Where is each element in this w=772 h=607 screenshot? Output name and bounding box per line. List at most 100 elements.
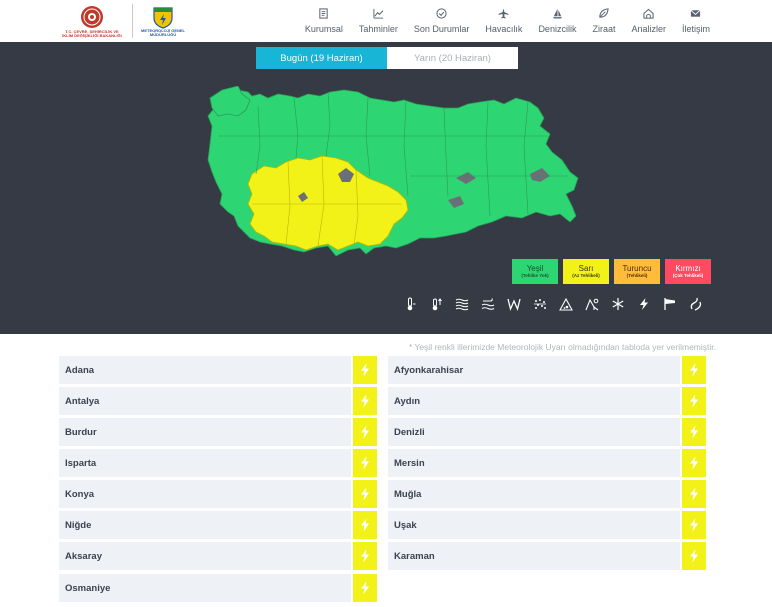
province-row-nigde[interactable]: Niğde <box>59 511 377 539</box>
lightning-icon <box>361 425 369 439</box>
legend-red: Kırmızı (Çok Tehlikeli) <box>665 259 711 284</box>
province-row-mersin[interactable]: Mersin <box>388 449 706 477</box>
wind-wave-icon <box>481 298 495 310</box>
hazard-gale[interactable] <box>657 295 683 313</box>
plane-icon <box>498 8 509 19</box>
warning-badge <box>680 356 706 384</box>
province-name: Denizli <box>394 426 425 438</box>
lightning-icon <box>640 298 648 310</box>
nav-ziraat[interactable]: Ziraat <box>584 0 623 42</box>
province-row-antalya[interactable]: Antalya <box>59 387 377 415</box>
hazard-heat[interactable] <box>423 295 449 313</box>
warning-badge <box>351 387 377 415</box>
document-icon <box>319 8 329 19</box>
nav-son-durumlar[interactable]: Son Durumlar <box>406 0 478 42</box>
chart-icon <box>373 8 384 19</box>
province-row-denizli[interactable]: Denizli <box>388 418 706 446</box>
nav-label: Ziraat <box>592 24 616 34</box>
province-row-osmaniye[interactable]: Osmaniye <box>59 574 377 602</box>
province-row-karaman[interactable]: Karaman <box>388 542 706 570</box>
province-name: Mersin <box>394 457 425 469</box>
dust-icon <box>534 299 546 309</box>
hazard-storm[interactable] <box>683 295 709 313</box>
province-name: Osmaniye <box>65 582 111 594</box>
province-name: Konya <box>65 488 95 500</box>
legend-label: Turuncu <box>622 264 652 273</box>
province-row-mugla[interactable]: Muğla <box>388 480 706 508</box>
legend-orange: Turuncu (Tehlikeli) <box>614 259 660 284</box>
province-row-usak[interactable]: Uşak <box>388 511 706 539</box>
hazard-lightning[interactable] <box>631 295 657 313</box>
warning-badge <box>680 449 706 477</box>
mgm-caption: METEOROLOJİ GENEL MÜDÜRLÜĞÜ <box>141 27 186 37</box>
legend-sub: (Az Tehlikeli) <box>572 273 600 278</box>
legend-label: Kırmızı <box>675 264 701 273</box>
hazard-snow[interactable] <box>605 295 631 313</box>
hazard-filter-bar <box>397 295 709 313</box>
nav-tahminler[interactable]: Tahminler <box>351 0 406 42</box>
province-row-aydin[interactable]: Aydın <box>388 387 706 415</box>
province-row-isparta[interactable]: Isparta <box>59 449 377 477</box>
warning-badge <box>680 511 706 539</box>
hazard-wind-wave[interactable] <box>475 295 501 313</box>
legend-sub: (Tehlike Yok) <box>521 273 549 278</box>
ministry-logo[interactable]: T.C. ÇEVRE, ŞEHİRCİLİK VE İKLİM DEĞİŞİKL… <box>60 4 124 39</box>
warning-badge <box>351 356 377 384</box>
legend-label: Yeşil <box>526 264 544 273</box>
hazard-dust[interactable] <box>527 295 553 313</box>
warning-badge <box>351 574 377 602</box>
province-row-adana[interactable]: Adana <box>59 356 377 384</box>
envelope-icon <box>691 9 701 17</box>
nav-label: Analizler <box>631 24 666 34</box>
legend-yellow: Sarı (Az Tehlikeli) <box>563 259 609 284</box>
sail-icon <box>552 8 563 19</box>
nav-label: Denizcilik <box>538 24 577 34</box>
gale-flag-icon <box>664 298 675 310</box>
lightning-icon <box>361 581 369 595</box>
warning-map-panel: Bugün (19 Haziran) Yarın (20 Haziran) Ye… <box>0 42 772 334</box>
province-row-burdur[interactable]: Burdur <box>59 418 377 446</box>
province-name: Aksaray <box>65 550 102 562</box>
nav-label: Son Durumlar <box>413 24 470 34</box>
province-row-afyonkarahisar[interactable]: Afyonkarahisar <box>388 356 706 384</box>
legend-sub: (Tehlikeli) <box>626 273 648 278</box>
ministry-caption: T.C. ÇEVRE, ŞEHİRCİLİK VE İKLİM DEĞİŞİKL… <box>62 28 122 38</box>
leaf-icon <box>599 8 610 18</box>
lightning-icon <box>361 363 369 377</box>
mgm-logo[interactable]: METEOROLOJİ GENEL MÜDÜRLÜĞÜ <box>141 5 185 38</box>
turkey-warning-map[interactable] <box>198 86 582 256</box>
nav-analizler[interactable]: Analizler <box>623 0 674 42</box>
snow-melt-icon <box>585 298 599 311</box>
hazard-avalanche[interactable] <box>553 295 579 313</box>
nav-kurumsal[interactable]: Kurumsal <box>297 0 351 42</box>
hazard-fog[interactable] <box>449 295 475 313</box>
province-name: Uşak <box>394 519 417 531</box>
lightning-icon <box>690 363 698 377</box>
hazard-cold[interactable] <box>397 295 423 313</box>
nav-havacilik[interactable]: Havacılık <box>477 0 530 42</box>
tab-tomorrow[interactable]: Yarın (20 Haziran) <box>387 47 518 69</box>
nav-iletisim[interactable]: İletişim <box>674 0 718 42</box>
map-region-thrace[interactable] <box>209 86 251 117</box>
lightning-icon <box>690 425 698 439</box>
tab-today[interactable]: Bugün (19 Haziran) <box>256 47 387 69</box>
province-row-konya[interactable]: Konya <box>59 480 377 508</box>
hazard-wind[interactable] <box>501 295 527 313</box>
snowflake-icon <box>612 298 624 310</box>
check-circle-icon <box>436 8 447 19</box>
warning-badge <box>351 542 377 570</box>
logo-group[interactable]: T.C. ÇEVRE, ŞEHİRCİLİK VE İKLİM DEĞİŞİKL… <box>60 0 185 42</box>
warning-badge <box>680 542 706 570</box>
day-tabs: Bugün (19 Haziran) Yarın (20 Haziran) <box>256 47 518 69</box>
hazard-snow-melt[interactable] <box>579 295 605 313</box>
lightning-icon <box>690 394 698 408</box>
lightning-icon <box>690 456 698 470</box>
province-name: Aydın <box>394 395 421 407</box>
warning-legend: Yeşil (Tehlike Yok) Sarı (Az Tehlikeli) … <box>512 259 711 284</box>
lightning-icon <box>361 549 369 563</box>
footnote: * Yeşil renkli illerimizde Meteorolojik … <box>408 342 716 352</box>
warning-badge <box>351 511 377 539</box>
province-name: Antalya <box>65 395 100 407</box>
province-row-aksaray[interactable]: Aksaray <box>59 542 377 570</box>
nav-denizcilik[interactable]: Denizcilik <box>530 0 584 42</box>
